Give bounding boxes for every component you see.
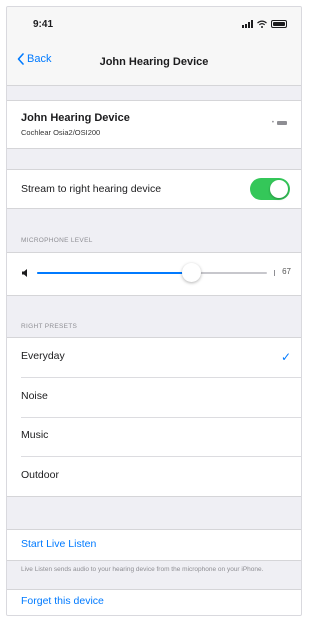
stream-toggle[interactable]	[250, 178, 290, 200]
page-title: John Hearing Device	[99, 56, 209, 68]
forget-device-button[interactable]: Forget this device	[21, 595, 104, 607]
navigation-bar: Back John Hearing Device	[7, 41, 301, 86]
battery-icon	[271, 20, 287, 28]
preset-label: Noise	[21, 390, 48, 402]
microphone-level-header: MICROPHONE LEVEL	[21, 237, 93, 244]
presets-list: Everyday ✓ Noise Music Outdoor	[7, 338, 301, 496]
preset-row-outdoor[interactable]: Outdoor	[7, 457, 301, 496]
forget-device-row[interactable]: Forget this device	[7, 590, 301, 615]
toggle-knob	[270, 180, 288, 198]
device-battery-icon: •	[272, 120, 287, 126]
wifi-icon	[257, 20, 267, 28]
preset-row-music[interactable]: Music	[7, 418, 301, 456]
cellular-signal-icon	[242, 20, 253, 28]
microphone-level-slider[interactable]	[37, 263, 267, 282]
start-live-listen-button[interactable]: Start Live Listen	[21, 538, 96, 550]
live-listen-description: Live Listen sends audio to your hearing …	[21, 566, 264, 573]
device-info-cell: John Hearing Device Cochlear Osia2/OSI20…	[7, 101, 301, 148]
stream-row: Stream to right hearing device	[7, 170, 301, 208]
preset-label: Everyday	[21, 350, 65, 362]
stream-label: Stream to right hearing device	[21, 183, 162, 195]
phone-screen: 9:41 Back John Hearing Device John Heari…	[6, 6, 302, 616]
device-model: Cochlear Osia2/OSI200	[21, 128, 101, 137]
live-listen-row[interactable]: Start Live Listen	[7, 530, 301, 560]
checkmark-icon: ✓	[280, 350, 291, 364]
status-time: 9:41	[33, 18, 54, 30]
status-icons	[242, 20, 287, 28]
slider-thumb[interactable]	[182, 263, 202, 282]
speaker-icon	[22, 269, 27, 277]
microphone-level-value: 67	[282, 267, 291, 276]
slider-end-tick	[274, 270, 275, 276]
device-name: John Hearing Device	[21, 112, 130, 124]
preset-label: Outdoor	[21, 469, 59, 481]
preset-row-everyday[interactable]: Everyday ✓	[7, 338, 301, 377]
microphone-level-row: 67	[7, 253, 301, 295]
presets-header: RIGHT PRESETS	[21, 323, 78, 330]
status-bar: 9:41	[7, 7, 301, 41]
preset-row-noise[interactable]: Noise	[7, 378, 301, 417]
slider-fill	[37, 272, 192, 274]
preset-label: Music	[21, 429, 49, 441]
